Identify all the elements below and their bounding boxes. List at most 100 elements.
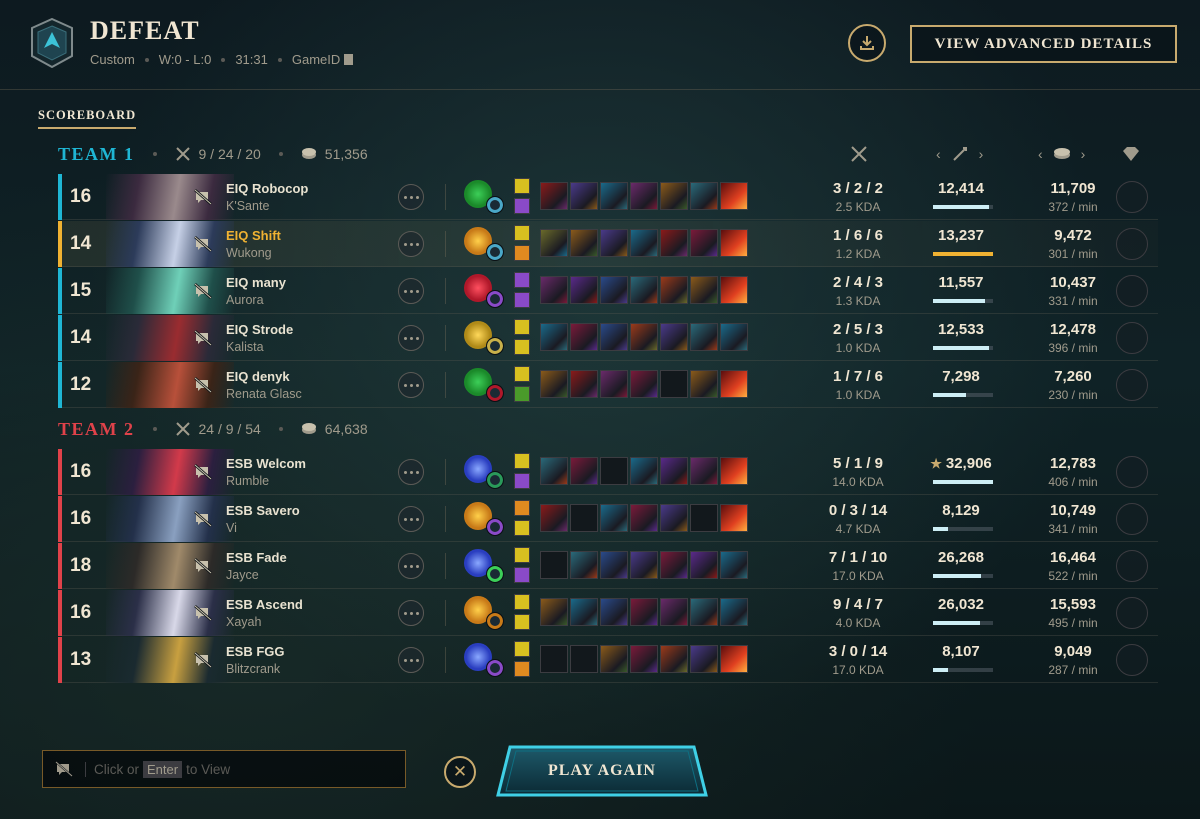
more-options-button[interactable] <box>398 184 424 210</box>
honor-player-button[interactable] <box>1116 275 1148 307</box>
trinket-item-icon[interactable] <box>720 323 748 351</box>
item-icon[interactable] <box>690 645 718 673</box>
item-icon[interactable] <box>570 276 598 304</box>
mute-player-icon[interactable] <box>194 329 212 347</box>
item-icon[interactable] <box>600 370 628 398</box>
trinket-item-icon[interactable] <box>720 504 748 532</box>
trinket-item-icon[interactable] <box>720 276 748 304</box>
view-advanced-details-button[interactable]: VIEW ADVANCED DETAILS <box>910 25 1177 63</box>
damage-column-header[interactable]: ‹ › <box>936 141 983 167</box>
more-options-button[interactable] <box>398 231 424 257</box>
item-icon[interactable] <box>690 229 718 257</box>
mute-player-icon[interactable] <box>194 463 212 481</box>
item-icon[interactable] <box>660 276 688 304</box>
honor-player-button[interactable] <box>1116 550 1148 582</box>
player-name[interactable]: ESB Ascend <box>226 597 303 612</box>
item-icon[interactable] <box>540 457 568 485</box>
chevron-left-icon[interactable]: ‹ <box>936 146 941 162</box>
close-button[interactable]: ✕ <box>444 756 476 788</box>
trinket-item-icon[interactable] <box>720 598 748 626</box>
item-icon[interactable] <box>570 551 598 579</box>
honor-player-button[interactable] <box>1116 503 1148 535</box>
player-name[interactable]: ESB Savero <box>226 503 300 518</box>
item-icon[interactable] <box>570 457 598 485</box>
trinket-item-icon[interactable] <box>720 229 748 257</box>
item-icon[interactable] <box>690 551 718 579</box>
trinket-item-icon[interactable] <box>720 370 748 398</box>
item-icon[interactable] <box>690 370 718 398</box>
item-icon[interactable] <box>540 598 568 626</box>
honor-player-button[interactable] <box>1116 181 1148 213</box>
item-icon[interactable] <box>630 598 658 626</box>
item-icon[interactable] <box>540 276 568 304</box>
honor-player-button[interactable] <box>1116 456 1148 488</box>
chevron-right-icon[interactable]: › <box>1081 146 1086 162</box>
player-name[interactable]: EIQ denyk <box>226 369 290 384</box>
player-name[interactable]: ESB Welcom <box>226 456 306 471</box>
more-options-button[interactable] <box>398 600 424 626</box>
mute-player-icon[interactable] <box>194 235 212 253</box>
item-icon[interactable] <box>630 551 658 579</box>
trinket-item-icon[interactable] <box>720 551 748 579</box>
item-icon[interactable] <box>660 323 688 351</box>
player-name[interactable]: ESB Fade <box>226 550 287 565</box>
champion-portrait[interactable] <box>106 362 234 408</box>
item-icon[interactable] <box>630 229 658 257</box>
player-name[interactable]: EIQ many <box>226 275 286 290</box>
item-icon[interactable] <box>630 370 658 398</box>
chevron-right-icon[interactable]: › <box>979 146 984 162</box>
item-icon[interactable] <box>690 276 718 304</box>
item-icon[interactable] <box>570 229 598 257</box>
champion-portrait[interactable] <box>106 449 234 495</box>
item-icon[interactable] <box>660 551 688 579</box>
champion-portrait[interactable] <box>106 174 234 220</box>
item-icon[interactable] <box>600 229 628 257</box>
champion-portrait[interactable] <box>106 590 234 636</box>
item-icon[interactable] <box>660 457 688 485</box>
gold-column-header[interactable]: ‹ › <box>1038 141 1085 167</box>
mute-player-icon[interactable] <box>194 604 212 622</box>
play-again-button[interactable]: PLAY AGAIN <box>496 743 708 799</box>
mute-player-icon[interactable] <box>194 188 212 206</box>
trinket-item-icon[interactable] <box>720 182 748 210</box>
champion-portrait[interactable] <box>106 637 234 683</box>
more-options-button[interactable] <box>398 459 424 485</box>
item-icon[interactable] <box>600 323 628 351</box>
item-icon[interactable] <box>630 182 658 210</box>
chat-input[interactable]: Click or Enter to View <box>42 750 406 788</box>
champion-portrait[interactable] <box>106 496 234 542</box>
item-icon[interactable] <box>600 598 628 626</box>
item-icon[interactable] <box>570 370 598 398</box>
item-icon[interactable] <box>690 598 718 626</box>
mute-player-icon[interactable] <box>194 651 212 669</box>
player-name[interactable]: EIQ Robocop <box>226 181 308 196</box>
player-name[interactable]: ESB FGG <box>226 644 285 659</box>
champion-portrait[interactable] <box>106 221 234 267</box>
download-replay-button[interactable] <box>848 24 886 62</box>
item-icon[interactable] <box>630 645 658 673</box>
honor-player-button[interactable] <box>1116 644 1148 676</box>
item-icon[interactable] <box>540 323 568 351</box>
item-icon[interactable] <box>570 598 598 626</box>
item-icon[interactable] <box>540 229 568 257</box>
item-icon[interactable] <box>630 504 658 532</box>
item-icon[interactable] <box>660 504 688 532</box>
item-icon[interactable] <box>570 182 598 210</box>
item-icon[interactable] <box>570 323 598 351</box>
item-icon[interactable] <box>630 323 658 351</box>
item-icon[interactable] <box>690 323 718 351</box>
item-icon[interactable] <box>600 551 628 579</box>
item-icon[interactable] <box>600 645 628 673</box>
item-icon[interactable] <box>690 457 718 485</box>
more-options-button[interactable] <box>398 553 424 579</box>
honor-player-button[interactable] <box>1116 369 1148 401</box>
item-icon[interactable] <box>600 504 628 532</box>
more-options-button[interactable] <box>398 506 424 532</box>
honor-player-button[interactable] <box>1116 228 1148 260</box>
player-name[interactable]: EIQ Shift <box>226 228 281 243</box>
trinket-item-icon[interactable] <box>720 457 748 485</box>
item-icon[interactable] <box>540 504 568 532</box>
item-icon[interactable] <box>600 276 628 304</box>
more-options-button[interactable] <box>398 325 424 351</box>
mute-player-icon[interactable] <box>194 557 212 575</box>
